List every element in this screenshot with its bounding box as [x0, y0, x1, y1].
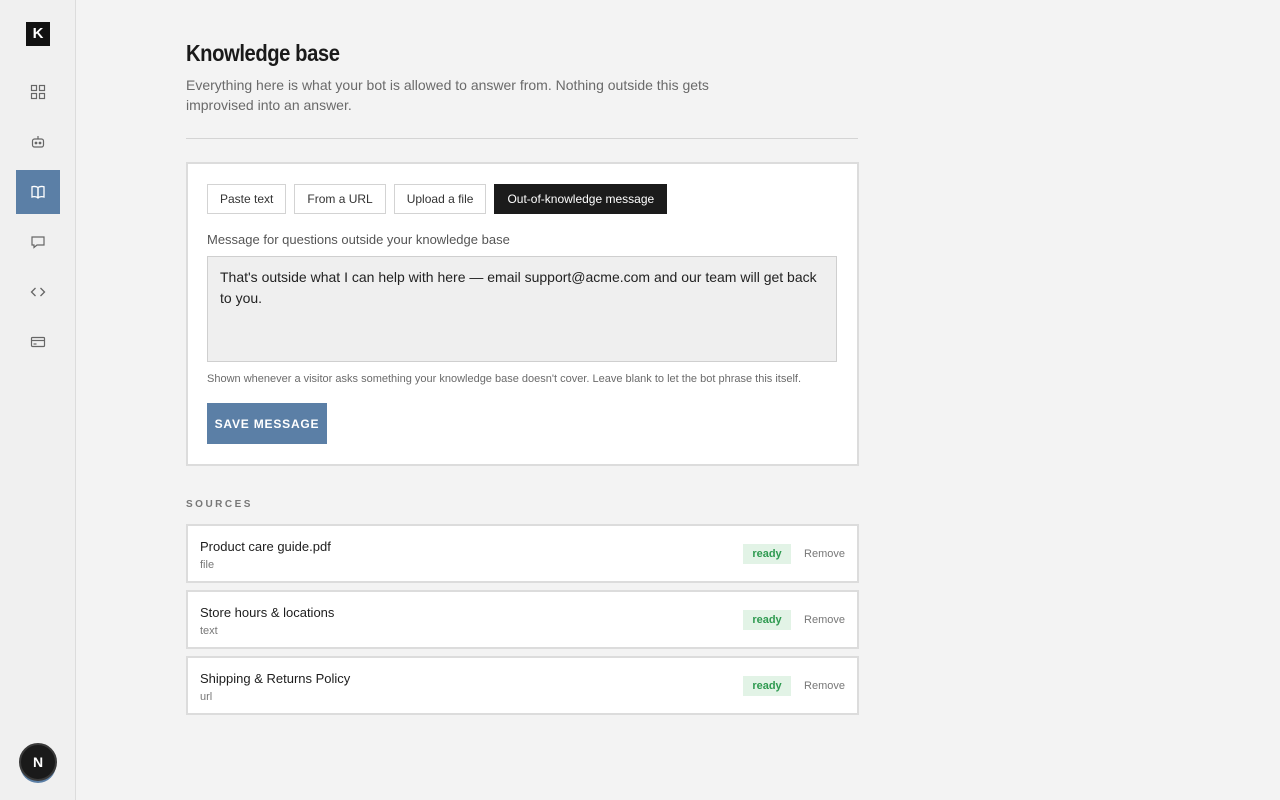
add-source-card: Paste text From a URL Upload a file Out-… — [186, 162, 859, 466]
user-avatar[interactable]: N — [19, 743, 57, 781]
status-badge: ready — [743, 544, 791, 564]
message-field-label: Message for questions outside your knowl… — [207, 232, 510, 247]
remove-source-button[interactable]: Remove — [804, 680, 845, 692]
source-row: Product care guide.pdf file ready Remove — [186, 524, 859, 583]
code-icon — [30, 287, 46, 297]
sidebar-item-knowledge-base[interactable] — [16, 170, 60, 214]
source-name: Shipping & Returns Policy — [200, 671, 351, 686]
out-of-knowledge-message-input[interactable]: That's outside what I can help with here… — [207, 256, 837, 362]
source-name: Store hours & locations — [200, 605, 335, 620]
sidebar-item-billing[interactable] — [16, 320, 60, 364]
message-help-text: Shown whenever a visitor asks something … — [207, 373, 801, 385]
remove-source-button[interactable]: Remove — [804, 548, 845, 560]
chat-bubble-icon — [31, 236, 45, 249]
header-divider — [186, 138, 858, 139]
sidebar: K N — [0, 0, 76, 800]
remove-source-button[interactable]: Remove — [804, 614, 845, 626]
grid-icon — [30, 84, 46, 100]
sidebar-item-conversations[interactable] — [16, 220, 60, 264]
source-row: Store hours & locations text ready Remov… — [186, 590, 859, 649]
sidebar-item-embed-code[interactable] — [16, 270, 60, 314]
source-name: Product care guide.pdf — [200, 539, 331, 554]
tab-out-of-knowledge-message[interactable]: Out-of-knowledge message — [494, 184, 668, 214]
source-row: Shipping & Returns Policy url ready Remo… — [186, 656, 859, 715]
robot-icon — [31, 136, 45, 148]
source-type: file — [200, 559, 215, 571]
save-message-button[interactable]: SAVE MESSAGE — [207, 403, 327, 444]
book-icon — [31, 185, 45, 199]
app-logo[interactable]: K — [26, 22, 50, 46]
source-tabs: Paste text From a URL Upload a file Out-… — [207, 184, 668, 214]
sources-heading: SOURCES — [186, 499, 253, 510]
sidebar-item-bot[interactable] — [16, 120, 60, 164]
tab-from-url[interactable]: From a URL — [294, 184, 386, 214]
page-title: Knowledge base — [186, 40, 340, 66]
status-badge: ready — [743, 676, 791, 696]
tab-paste-text[interactable]: Paste text — [207, 184, 287, 214]
page-subtitle: Everything here is what your bot is allo… — [186, 77, 709, 113]
status-badge: ready — [743, 610, 791, 630]
source-type: url — [200, 691, 213, 703]
source-type: text — [200, 625, 218, 637]
tab-upload-file[interactable]: Upload a file — [393, 184, 487, 214]
credit-card-icon — [30, 336, 46, 348]
sidebar-item-dashboard[interactable] — [16, 70, 60, 114]
